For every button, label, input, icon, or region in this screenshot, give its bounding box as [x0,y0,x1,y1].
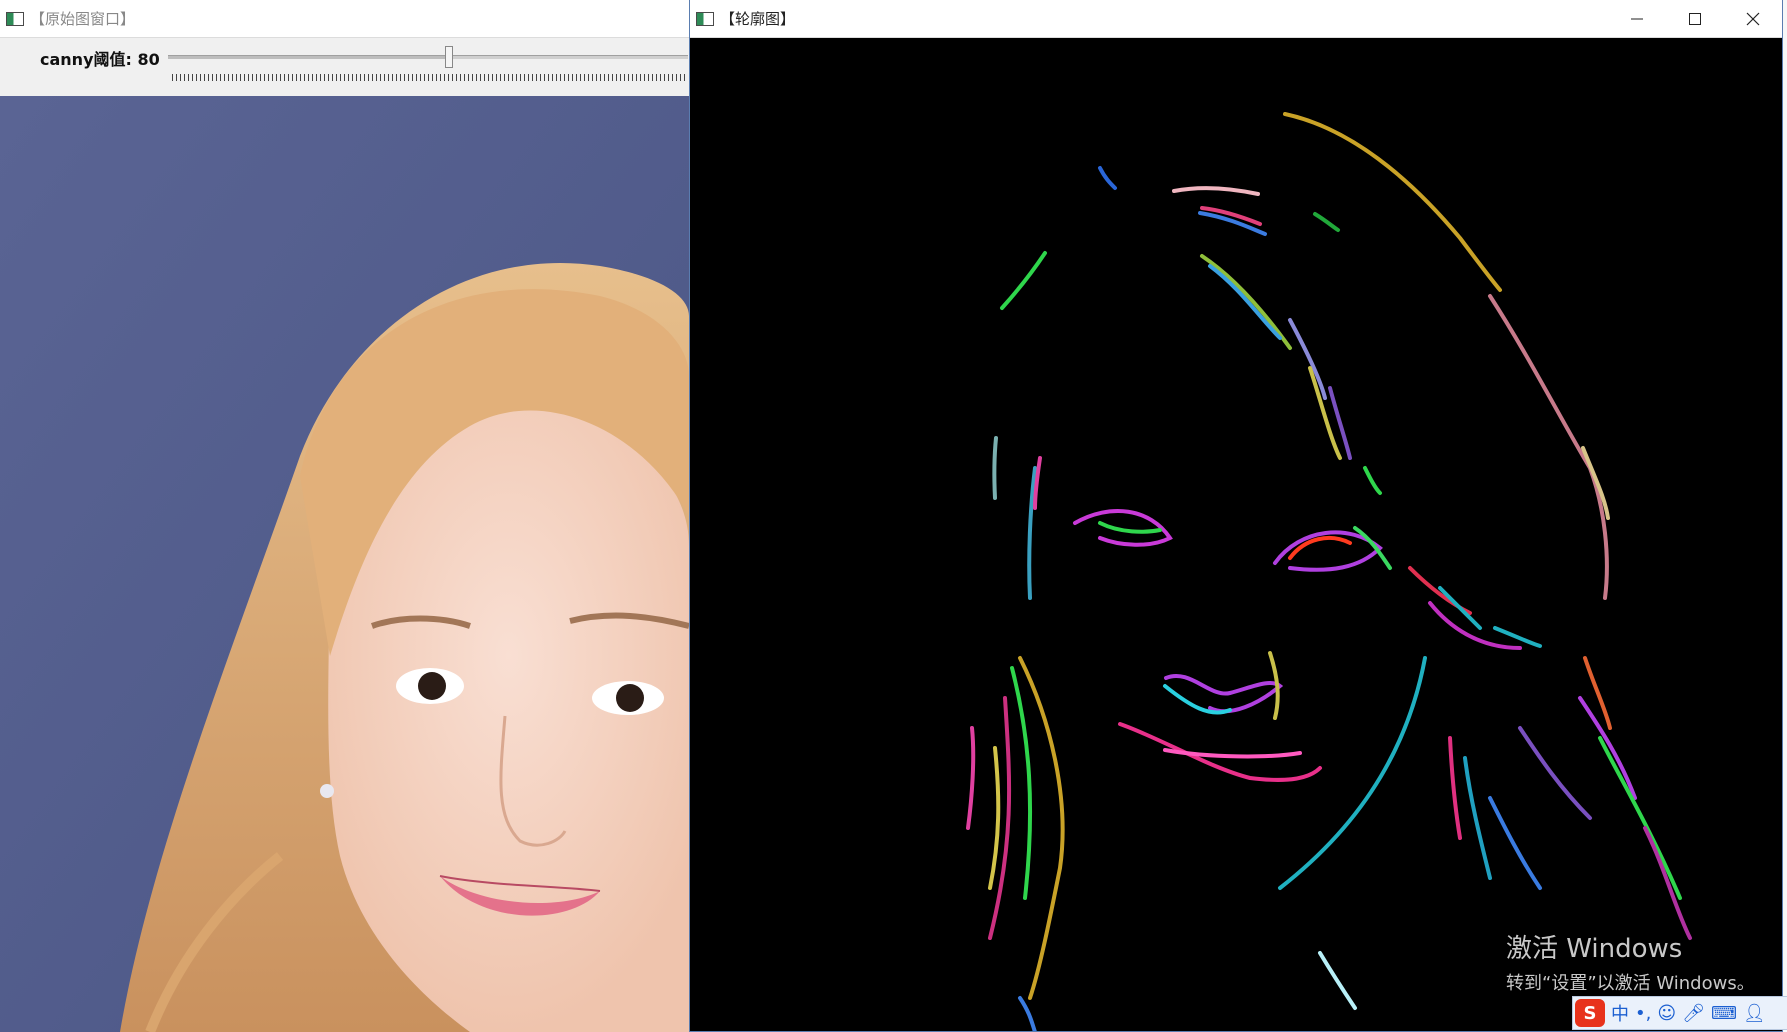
trackbar-panel: canny阈值: 80 [0,38,689,97]
opencv-window-icon [6,11,24,26]
left-window-title: 【原始图窗口】 [30,10,136,28]
slider-ticks [172,74,688,81]
canny-threshold-slider[interactable] [168,46,688,68]
ime-punct-button[interactable]: •, [1635,1003,1651,1024]
original-image-window: 【原始图窗口】 canny阈值: 80 [0,0,690,1032]
close-icon [1746,12,1760,26]
sogou-logo-icon[interactable]: S [1575,999,1605,1027]
portrait-image [0,96,689,1032]
ime-mode-button[interactable]: 中 [1611,1000,1629,1026]
right-window-title: 【轮廓图】 [720,10,796,28]
contour-left-bar [992,436,998,500]
ime-toolbar[interactable]: S 中 •, ☺ 🎤︎ ⌨ 👤︎ [1572,996,1787,1030]
slider-thumb[interactable] [445,46,454,68]
user-icon[interactable]: 👤︎ [1743,1003,1766,1024]
canny-threshold-label: canny阈值: 80 [40,50,160,69]
watermark-line2: 转到“设置”以激活 Windows。 [1506,973,1755,994]
left-title-bar[interactable]: 【原始图窗口】 [0,0,689,38]
maximize-button[interactable] [1666,0,1724,38]
windows-activation-watermark: 激活 Windows 转到“设置”以激活 Windows。 [1506,928,1755,995]
maximize-icon [1689,13,1701,25]
microphone-icon[interactable]: 🎤︎ [1682,1003,1705,1024]
minimize-button[interactable] [1608,0,1666,38]
contour-canvas [690,38,1782,1031]
opencv-window-icon [696,11,714,26]
minimize-icon [1631,18,1643,20]
right-title-bar[interactable]: 【轮廓图】 [690,0,1782,38]
contour-window: 【轮廓图】 [689,0,1783,1032]
background-strip [1783,0,1787,1032]
keyboard-icon[interactable]: ⌨ [1711,1003,1737,1024]
emoji-icon[interactable]: ☺ [1657,1003,1676,1024]
watermark-line1: 激活 Windows [1506,934,1683,964]
close-button[interactable] [1724,0,1782,38]
slider-fill [168,56,450,59]
